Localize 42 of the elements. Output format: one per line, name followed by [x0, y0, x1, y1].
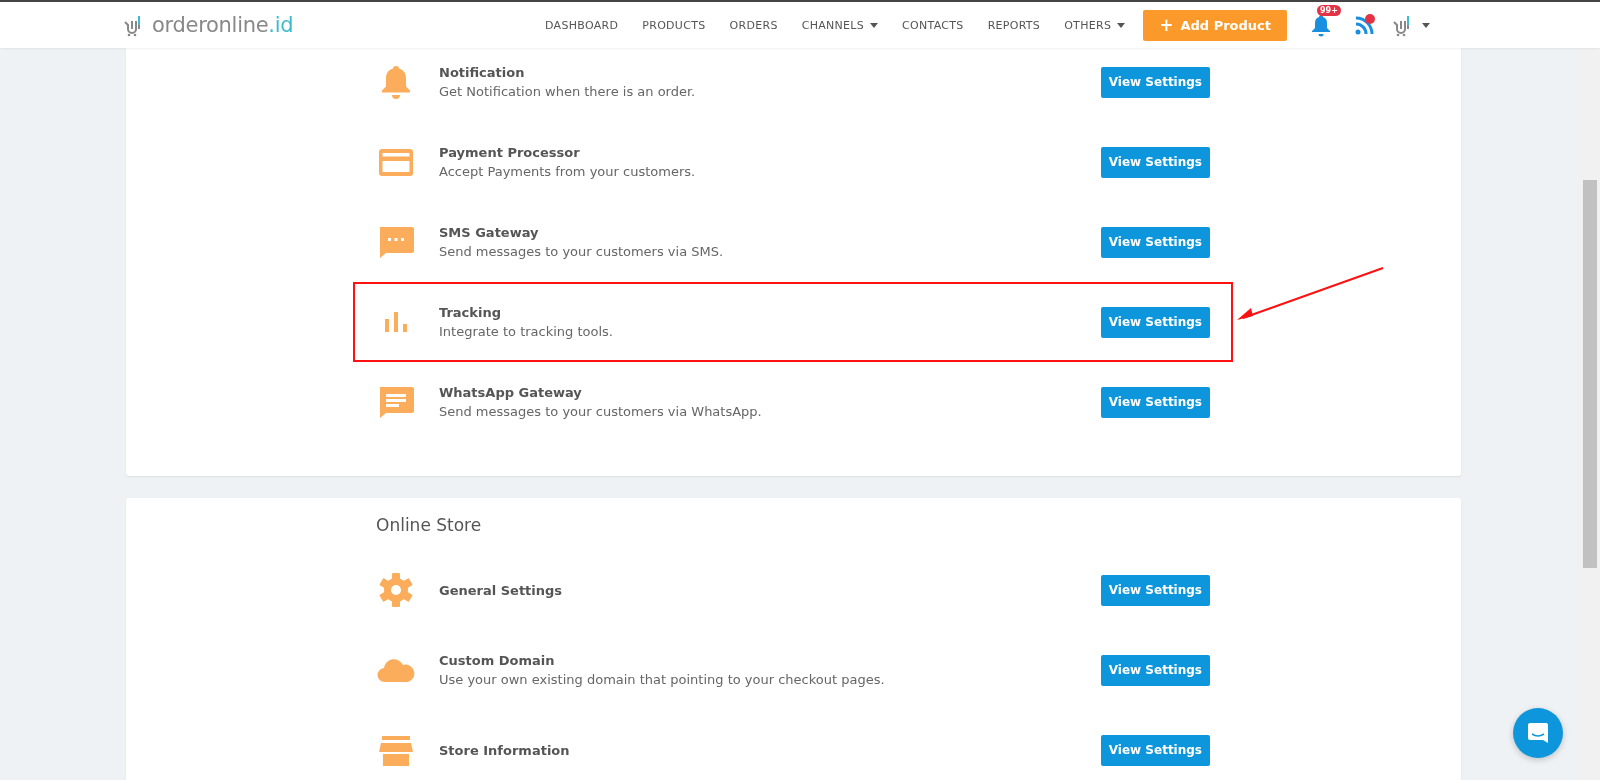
setting-title: General Settings [439, 582, 564, 598]
setting-title: Custom Domain [439, 653, 556, 668]
account-menu[interactable] [1393, 13, 1430, 37]
nav-link[interactable]: CHANNELS [789, 18, 891, 32]
setting-description: Send messages to your customers via WhatsApp. [439, 404, 763, 419]
setting-title: Payment Processor [439, 145, 581, 160]
view-settings-button[interactable]: View Settings [1100, 226, 1210, 258]
feed-icon[interactable] [1353, 13, 1377, 37]
nav-link[interactable]: DASHBOARD [533, 18, 631, 32]
setting-description: Integrate to tracking tools. [439, 324, 614, 339]
nav-link[interactable]: OTHERS [1052, 18, 1138, 32]
chat-launcher-button[interactable] [1513, 708, 1563, 758]
chat-icon [1526, 721, 1550, 745]
view-settings-button[interactable]: View Settings [1100, 734, 1210, 766]
nav-link[interactable]: PRODUCTS [630, 18, 718, 32]
nav-link[interactable]: ORDERS [717, 18, 790, 32]
caret-icon [1422, 22, 1430, 28]
setting-title: SMS Gateway [439, 225, 540, 240]
nav-link[interactable]: CONTACTS [890, 18, 976, 32]
setting-description: Use your own existing domain that pointing to your checkout pages. [439, 672, 886, 687]
scrollbar-thumb[interactable] [1583, 180, 1597, 568]
view-settings-button[interactable]: View Settings [1100, 654, 1210, 686]
view-settings-button[interactable]: View Settings [1100, 146, 1210, 178]
view-settings-button[interactable]: View Settings [1100, 386, 1210, 418]
view-settings-button[interactable]: View Settings [1100, 66, 1210, 98]
view-settings-button[interactable]: View Settings [1100, 306, 1210, 338]
view-settings-button[interactable]: View Settings [1100, 574, 1210, 606]
caret-icon [1117, 22, 1126, 28]
bell-icon[interactable] [1309, 13, 1333, 37]
setting-description: Accept Payments from your customers. [439, 164, 697, 179]
notification-badge: 99+ [1317, 5, 1341, 16]
caret-icon [870, 22, 879, 28]
setting-title: Store Information [439, 742, 571, 758]
setting-title: Notification [439, 65, 526, 80]
setting-description: Send messages to your customers via SMS. [439, 244, 725, 259]
nav-link[interactable]: REPORTS [975, 18, 1053, 32]
setting-description: Get Notification when there is an order. [439, 84, 697, 99]
setting-title: WhatsApp Gateway [439, 385, 583, 400]
setting-title: Tracking [439, 305, 502, 320]
brand-wordmark[interactable]: orderonline.id [152, 13, 294, 37]
section-title: Online Store [376, 514, 483, 536]
add-product-button[interactable]: + Add Product [1143, 9, 1287, 41]
